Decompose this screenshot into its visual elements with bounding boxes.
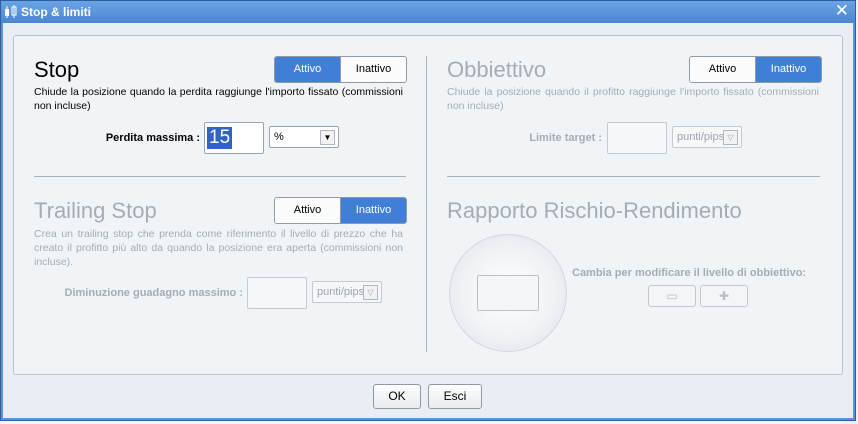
- stop-limits-dialog: Stop & limiti ✕ Stop Attivo Inattivo Chi…: [0, 0, 856, 421]
- risk-reward-value-box: [477, 275, 539, 311]
- obiettivo-title: Obbiettivo: [447, 57, 547, 82]
- obiettivo-unit-value: punti/pips: [677, 131, 725, 143]
- limite-target-label: Limite target :: [529, 132, 602, 144]
- obiettivo-inattivo-button[interactable]: Inattivo: [755, 57, 821, 82]
- chevron-down-icon: ▽: [723, 130, 738, 145]
- rapporto-title: Rapporto Rischio-Rendimento: [447, 198, 742, 223]
- trailing-unit-select[interactable]: punti/pips ▽: [312, 281, 382, 303]
- perdita-massima-input[interactable]: 15: [204, 122, 264, 154]
- trailing-attivo-button[interactable]: Attivo: [275, 198, 340, 223]
- stop-unit-select[interactable]: % ▼: [269, 126, 339, 148]
- obiettivo-attivo-button[interactable]: Attivo: [690, 57, 755, 82]
- decrease-button[interactable]: ▭: [648, 285, 696, 307]
- stop-attivo-button[interactable]: Attivo: [275, 57, 340, 82]
- perdita-massima-value: 15: [207, 127, 233, 149]
- stop-title: Stop: [34, 57, 80, 82]
- increase-button[interactable]: ✚: [700, 285, 748, 307]
- esci-button[interactable]: Esci: [428, 384, 482, 409]
- trailing-stop-title: Trailing Stop: [34, 198, 157, 223]
- obiettivo-description: Chiude la posizione quando il profitto r…: [447, 86, 819, 112]
- obiettivo-unit-select[interactable]: punti/pips ▽: [672, 126, 742, 148]
- ok-button[interactable]: OK: [373, 384, 421, 409]
- trailing-description: Crea un trailing stop che prenda come ri…: [34, 228, 403, 268]
- limite-target-input[interactable]: [607, 122, 667, 154]
- risk-reward-dial: [449, 234, 567, 352]
- dialog-content: Stop Attivo Inattivo Chiude la posizione…: [3, 23, 853, 418]
- vertical-divider: [426, 56, 427, 352]
- divider-right: [447, 176, 820, 177]
- plus-icon: ✚: [718, 289, 730, 303]
- trailing-inattivo-button[interactable]: Inattivo: [340, 198, 406, 223]
- diminuzione-input[interactable]: [247, 277, 307, 309]
- trailing-unit-value: punti/pips: [317, 286, 365, 298]
- diminuzione-label: Diminuzione guadagno massimo :: [64, 287, 243, 299]
- candlestick-icon: [5, 5, 17, 18]
- stop-description: Chiude la posizione quando la perdita ra…: [34, 86, 403, 112]
- chevron-down-icon: ▽: [363, 285, 378, 300]
- minus-icon: ▭: [666, 289, 678, 303]
- divider-left: [34, 176, 406, 177]
- rapporto-hint: Cambia per modificare il livello di obbi…: [572, 267, 807, 279]
- window-title: Stop & limiti: [21, 5, 91, 19]
- close-icon[interactable]: ✕: [835, 2, 849, 20]
- stop-toggle: Attivo Inattivo: [274, 56, 407, 83]
- chevron-down-icon: ▼: [320, 130, 335, 145]
- stop-inattivo-button[interactable]: Inattivo: [340, 57, 406, 82]
- stop-unit-value: %: [274, 131, 284, 143]
- obiettivo-toggle: Attivo Inattivo: [689, 56, 822, 83]
- trailing-toggle: Attivo Inattivo: [274, 197, 407, 224]
- title-bar[interactable]: Stop & limiti ✕: [1, 1, 855, 23]
- settings-panel: Stop Attivo Inattivo Chiude la posizione…: [13, 35, 843, 375]
- perdita-massima-label: Perdita massima :: [105, 132, 200, 144]
